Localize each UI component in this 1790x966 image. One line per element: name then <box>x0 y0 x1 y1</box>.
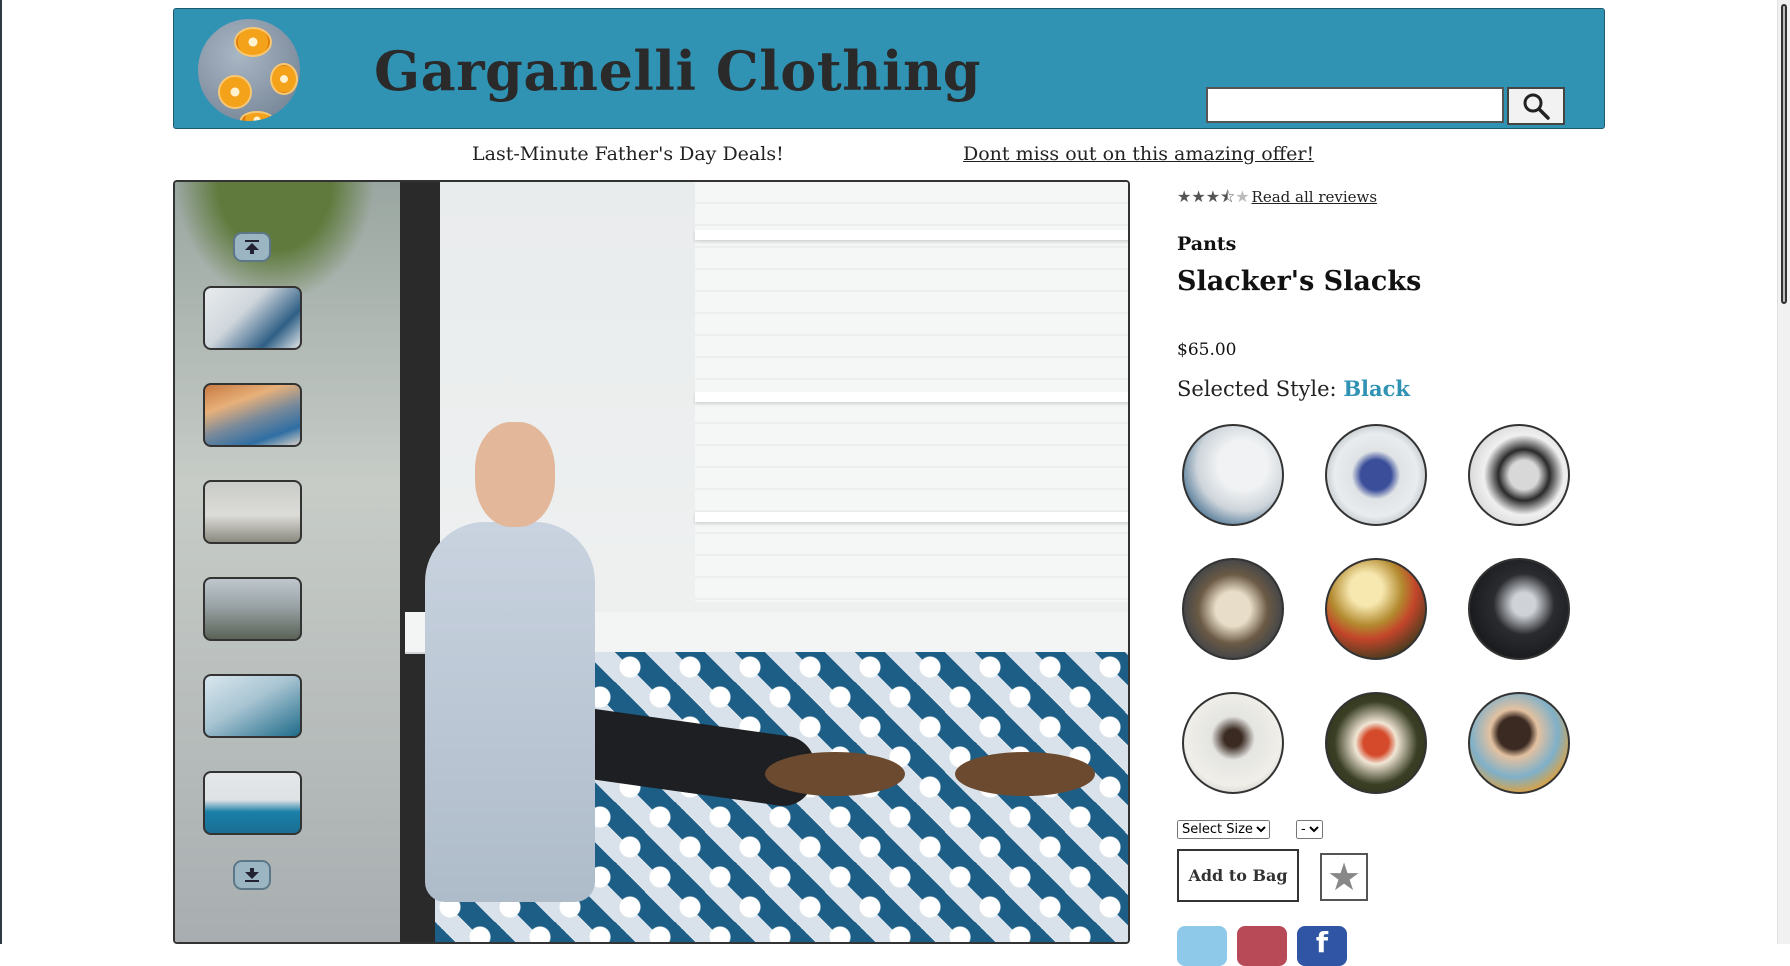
window-edge <box>0 0 2 944</box>
style-thumbnail[interactable] <box>1468 692 1570 794</box>
gallery-down-button[interactable] <box>233 860 271 890</box>
gallery-thumbnail[interactable] <box>203 383 302 447</box>
style-thumbnail[interactable] <box>1325 692 1427 794</box>
orange-slice <box>218 75 252 109</box>
gallery-thumbnail[interactable] <box>203 286 302 350</box>
style-label-text: Selected Style: <box>1177 377 1337 401</box>
scene-stool <box>955 752 1095 796</box>
gallery-thumbnail[interactable] <box>203 674 302 738</box>
favorite-button[interactable]: ★ <box>1320 853 1368 901</box>
rating-row: ★ ★ ★ ⯪ ★ Read all reviews <box>1177 188 1377 206</box>
brand-title: Garganelli Clothing <box>374 39 982 103</box>
product-title: Slacker's Slacks <box>1177 266 1422 297</box>
scene-stool <box>765 752 905 796</box>
scroll-down-icon <box>245 868 259 882</box>
quantity-select[interactable]: - <box>1296 820 1323 839</box>
scene-plant <box>175 182 375 302</box>
product-price: $65.00 <box>1177 340 1237 360</box>
main-product-image[interactable] <box>173 180 1130 944</box>
star-icon: ★ <box>1191 187 1206 206</box>
selected-style-label: Selected Style: Black <box>1177 376 1410 401</box>
twitter-share-button[interactable] <box>1177 926 1227 966</box>
star-empty-icon: ★ <box>1235 187 1250 206</box>
size-select[interactable]: Select Size <box>1177 820 1270 839</box>
scroll-up-icon <box>245 240 259 254</box>
scene-shelf <box>695 392 1128 402</box>
orange-slice <box>270 63 298 95</box>
product-category: Pants <box>1177 233 1237 255</box>
style-thumbnail[interactable] <box>1182 424 1284 526</box>
style-thumbnail[interactable] <box>1325 558 1427 660</box>
scene-person-body <box>425 522 595 902</box>
gallery-thumbnail[interactable] <box>203 771 302 835</box>
style-thumbnail[interactable] <box>1182 558 1284 660</box>
search-icon <box>1523 93 1550 120</box>
star-icon: ★ <box>1177 187 1192 206</box>
orange-slice <box>240 111 274 121</box>
page-scrollbar[interactable] <box>1777 0 1790 944</box>
gallery-up-button[interactable] <box>233 232 271 262</box>
selected-style-value: Black <box>1343 376 1410 401</box>
scene-person-head <box>475 422 555 527</box>
star-icon: ★ <box>1205 187 1221 206</box>
gallery-thumbnail[interactable] <box>203 577 302 641</box>
style-thumbnail[interactable] <box>1468 558 1570 660</box>
search-button[interactable] <box>1507 87 1565 125</box>
star-half-icon: ⯪ <box>1220 187 1236 206</box>
read-reviews-link[interactable]: Read all reviews <box>1252 188 1378 206</box>
site-header: Garganelli Clothing <box>173 8 1605 129</box>
style-thumbnail[interactable] <box>1325 424 1427 526</box>
scene-shelf <box>695 230 1128 240</box>
star-icon: ★ <box>1326 855 1362 899</box>
promo-banner-text: Last-Minute Father's Day Deals! <box>472 143 784 165</box>
facebook-share-button[interactable]: f <box>1297 926 1347 966</box>
pinterest-share-button[interactable] <box>1237 926 1287 966</box>
scrollbar-thumb[interactable] <box>1781 4 1787 304</box>
scene-shelf <box>695 512 1128 522</box>
add-to-bag-button[interactable]: Add to Bag <box>1177 849 1299 902</box>
search-input[interactable] <box>1206 87 1504 123</box>
gallery-thumbnail[interactable] <box>203 480 302 544</box>
facebook-icon: f <box>1315 926 1329 959</box>
offer-link[interactable]: Dont miss out on this amazing offer! <box>963 143 1314 165</box>
style-thumbnail[interactable] <box>1468 424 1570 526</box>
site-logo[interactable] <box>198 19 300 121</box>
style-thumbnail[interactable] <box>1182 692 1284 794</box>
orange-slice <box>234 27 272 57</box>
